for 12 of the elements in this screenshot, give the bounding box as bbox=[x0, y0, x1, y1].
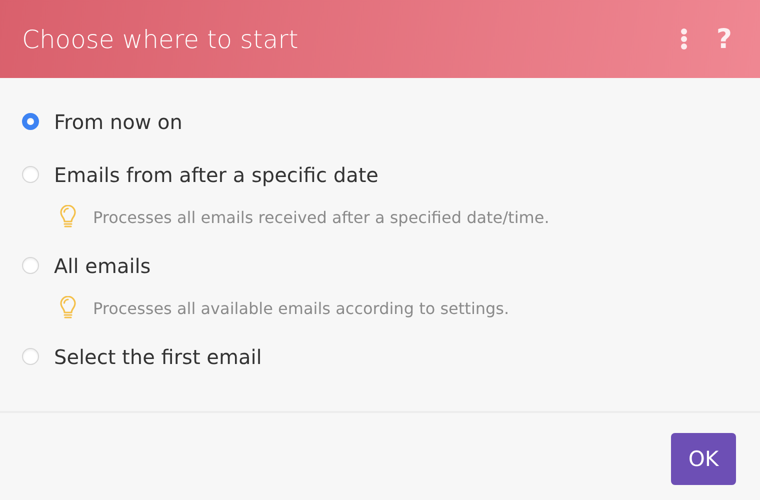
lightbulb-icon bbox=[60, 205, 76, 229]
option-label[interactable]: All emails bbox=[54, 254, 151, 278]
lightbulb-icon bbox=[60, 296, 76, 320]
ok-button[interactable]: OK bbox=[671, 432, 736, 484]
option-label[interactable]: Select the first email bbox=[54, 344, 262, 368]
hint-text: Processes all emails received after a specified date/time. bbox=[93, 208, 550, 226]
option-label[interactable]: From now on bbox=[54, 110, 182, 134]
radio-button[interactable] bbox=[22, 113, 39, 130]
window-title: Choose where to start bbox=[22, 24, 298, 54]
more-options-icon[interactable] bbox=[680, 28, 688, 50]
option-label[interactable]: Emails from after a specific date bbox=[54, 162, 378, 186]
hint-text: Processes all available emails according to settings. bbox=[93, 298, 510, 318]
